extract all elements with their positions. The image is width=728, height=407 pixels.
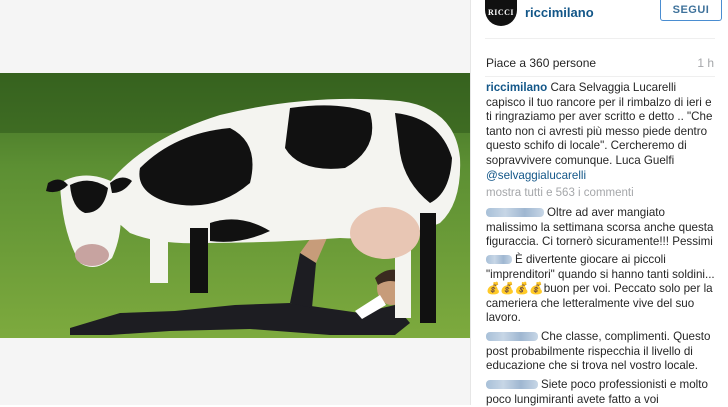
comment-item: Siete poco professionisti e molto poco l… — [486, 378, 716, 407]
cow-photo-illustration — [0, 73, 470, 338]
post-photo[interactable] — [0, 73, 470, 338]
post-side-panel: RICCI riccimilano SEGUI Piace a 360 pers… — [471, 0, 728, 407]
likes-count[interactable]: Piace a 360 persone — [486, 56, 596, 70]
avatar[interactable]: RICCI — [485, 0, 517, 26]
comment-item: Che classe, complimenti. Questo post pro… — [486, 330, 716, 374]
comment-text: È divertente giocare ai piccoli "imprend… — [486, 253, 715, 325]
blurred-username[interactable] — [486, 332, 538, 342]
header-divider — [485, 38, 715, 39]
view-all-comments-link[interactable]: mostra tutti e 563 i commenti — [486, 187, 634, 199]
caption-mention[interactable]: @selvaggialucarelli — [486, 169, 586, 182]
blurred-username[interactable] — [486, 208, 544, 218]
comment-item: Oltre ad aver mangiato malissimo la sett… — [486, 206, 716, 250]
avatar-logo-text: RICCI — [487, 8, 515, 17]
caption-username[interactable]: riccimilano — [486, 81, 547, 94]
post-header: RICCI riccimilano SEGUI — [471, 0, 728, 36]
post-time: 1 h — [697, 56, 714, 70]
account-username[interactable]: riccimilano — [525, 5, 594, 20]
blurred-username[interactable] — [486, 255, 512, 265]
likes-divider — [485, 76, 715, 77]
follow-button[interactable]: SEGUI — [660, 0, 722, 21]
post-media-area — [0, 0, 470, 405]
post-caption: riccimilano Cara Selvaggia Lucarelli cap… — [486, 81, 716, 183]
blurred-username[interactable] — [486, 380, 538, 390]
comment-item: È divertente giocare ai piccoli "imprend… — [486, 253, 716, 326]
